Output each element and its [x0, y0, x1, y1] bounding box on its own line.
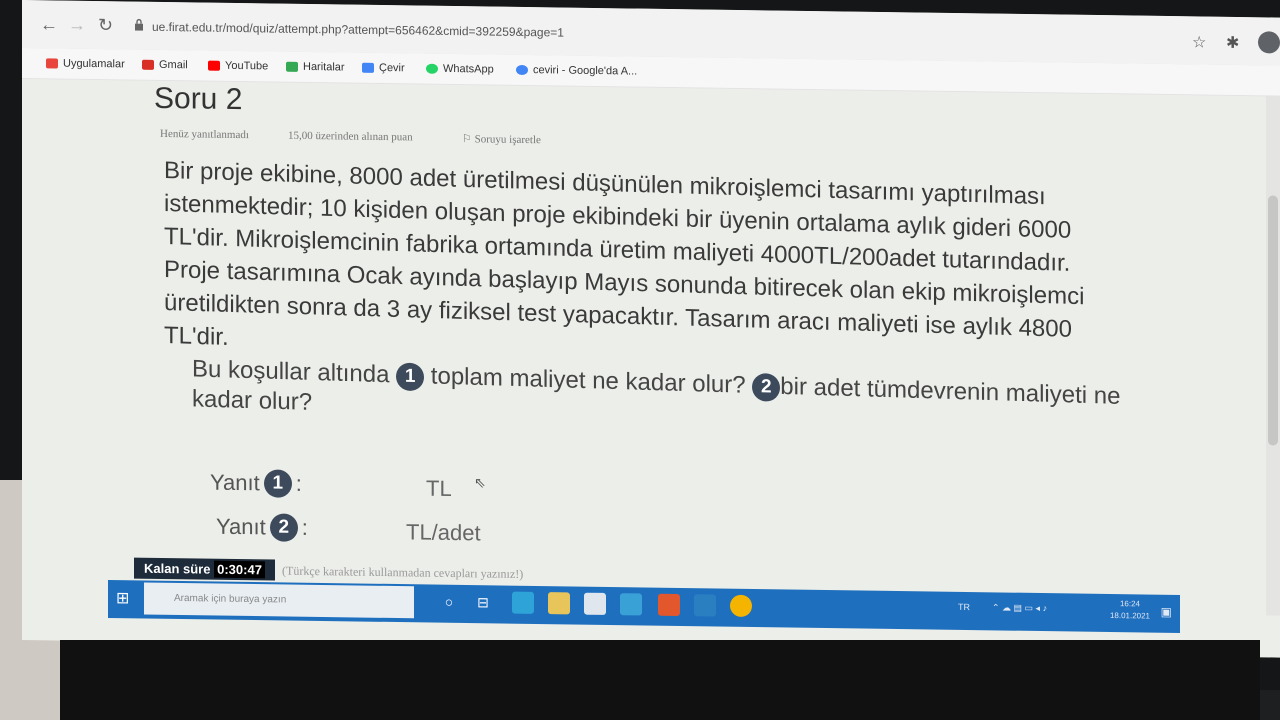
task-view-icon[interactable]: ⊟	[472, 591, 494, 613]
mail-icon[interactable]	[620, 593, 642, 616]
number-badge-2: 2	[269, 513, 298, 542]
bookmark-star-icon[interactable]: ☆	[1192, 32, 1206, 52]
whatsapp-icon	[426, 63, 438, 74]
bookmark-label: Uygulamalar	[63, 57, 125, 71]
forward-icon[interactable]: →	[68, 15, 86, 36]
lock-icon	[135, 18, 143, 31]
answer-2-unit: TL/adet	[406, 519, 481, 546]
clock-time: 16:24	[1119, 599, 1140, 609]
answer-2-label: Yanıt 2 :	[216, 513, 308, 542]
bookmark-translate[interactable]: Çevir	[362, 61, 405, 75]
url-field[interactable]: ue.firat.edu.tr/mod/quiz/attempt.php?att…	[152, 20, 564, 40]
cortana-icon[interactable]: ○	[438, 591, 460, 613]
file-explorer-icon[interactable]	[548, 592, 570, 615]
translate-icon	[362, 62, 374, 73]
app-icon[interactable]	[694, 594, 716, 617]
edge-icon[interactable]	[512, 591, 534, 614]
google-icon	[516, 64, 528, 76]
timer-label: Kalan süre	[144, 560, 211, 577]
gmail-icon	[142, 59, 154, 70]
question-title: Soru 2	[154, 81, 243, 117]
sub-question-prefix: Bu koşullar altında	[192, 355, 390, 389]
windows-start-icon[interactable]: ⊞	[116, 588, 134, 607]
system-tray-icons[interactable]: ⌃ ☁ ▤ ▭ ◂ ♪	[992, 602, 1047, 614]
office-icon[interactable]	[658, 593, 680, 616]
bookmark-maps[interactable]: Haritalar	[286, 61, 345, 74]
bookmark-gmail[interactable]: Gmail	[142, 58, 188, 72]
question-text: Bir proje ekibine, 8000 adet üretilmesi …	[164, 156, 1085, 351]
store-icon[interactable]	[584, 592, 606, 615]
bookmark-apps[interactable]: Uygulamalar	[46, 57, 125, 70]
profile-avatar[interactable]	[1258, 31, 1280, 54]
bookmark-label: WhatsApp	[443, 62, 494, 76]
extensions-icon[interactable]: ✱	[1226, 33, 1239, 53]
number-badge-2: 2	[752, 372, 781, 402]
answer-1-label: Yanıt 1 :	[210, 469, 302, 498]
flag-label: Soruyu işaretle	[474, 133, 541, 147]
bookmark-label: Çevir	[379, 61, 405, 75]
laptop-base	[60, 640, 1260, 720]
bookmark-whatsapp[interactable]: WhatsApp	[426, 63, 494, 76]
number-badge-1: 1	[396, 362, 425, 391]
answer-colon: :	[295, 470, 302, 496]
maps-icon	[286, 61, 298, 72]
answer-colon: :	[301, 514, 308, 540]
apps-icon	[46, 58, 58, 69]
back-icon[interactable]: ←	[40, 14, 58, 35]
bookmark-label: Haritalar	[303, 60, 345, 74]
bookmark-label: YouTube	[225, 59, 269, 73]
answer-1-unit: TL	[426, 475, 452, 501]
scrollbar-thumb[interactable]	[1268, 195, 1278, 446]
answer-label-text: Yanıt	[216, 513, 266, 540]
language-indicator[interactable]: TR	[958, 602, 970, 612]
sub-question-1: toplam maliyet ne kadar olur?	[430, 362, 746, 399]
bookmark-google-search[interactable]: ceviri - Google'da A...	[516, 64, 637, 78]
notification-icon[interactable]: ▣	[1161, 605, 1172, 619]
bookmark-youtube[interactable]: YouTube	[208, 59, 269, 73]
screen: ← → ↻ ue.firat.edu.tr/mod/quiz/attempt.p…	[22, 0, 1280, 658]
question-status: Henüz yanıtlanmadı	[160, 127, 249, 142]
clock-date: 18.01.2021	[1109, 610, 1150, 621]
reload-icon[interactable]: ↻	[98, 15, 113, 36]
answer-label-text: Yanıt	[210, 469, 260, 496]
hint-text: (Türkçe karakteri kullanmadan cevapları …	[282, 563, 524, 581]
chrome-icon[interactable]	[730, 594, 752, 617]
timer-badge: Kalan süre 0:30:47	[134, 557, 275, 581]
taskbar-search-input[interactable]: Aramak için buraya yazın	[144, 582, 414, 619]
flag-icon: ⚐	[462, 133, 472, 146]
mouse-cursor-icon: ⇖	[474, 474, 486, 491]
youtube-icon	[208, 60, 220, 71]
scrollbar[interactable]	[1266, 95, 1280, 616]
number-badge-1: 1	[263, 469, 292, 498]
timer-value: 0:30:47	[214, 560, 265, 579]
flag-question-link[interactable]: ⚐ Soruyu işaretle	[462, 132, 541, 146]
bookmark-label: ceviri - Google'da A...	[533, 64, 638, 78]
bookmark-label: Gmail	[159, 58, 188, 72]
question-points: 15,00 üzerinden alınan puan	[288, 129, 413, 144]
taskbar-clock[interactable]: 16:24 18.01.2021	[1110, 598, 1150, 623]
